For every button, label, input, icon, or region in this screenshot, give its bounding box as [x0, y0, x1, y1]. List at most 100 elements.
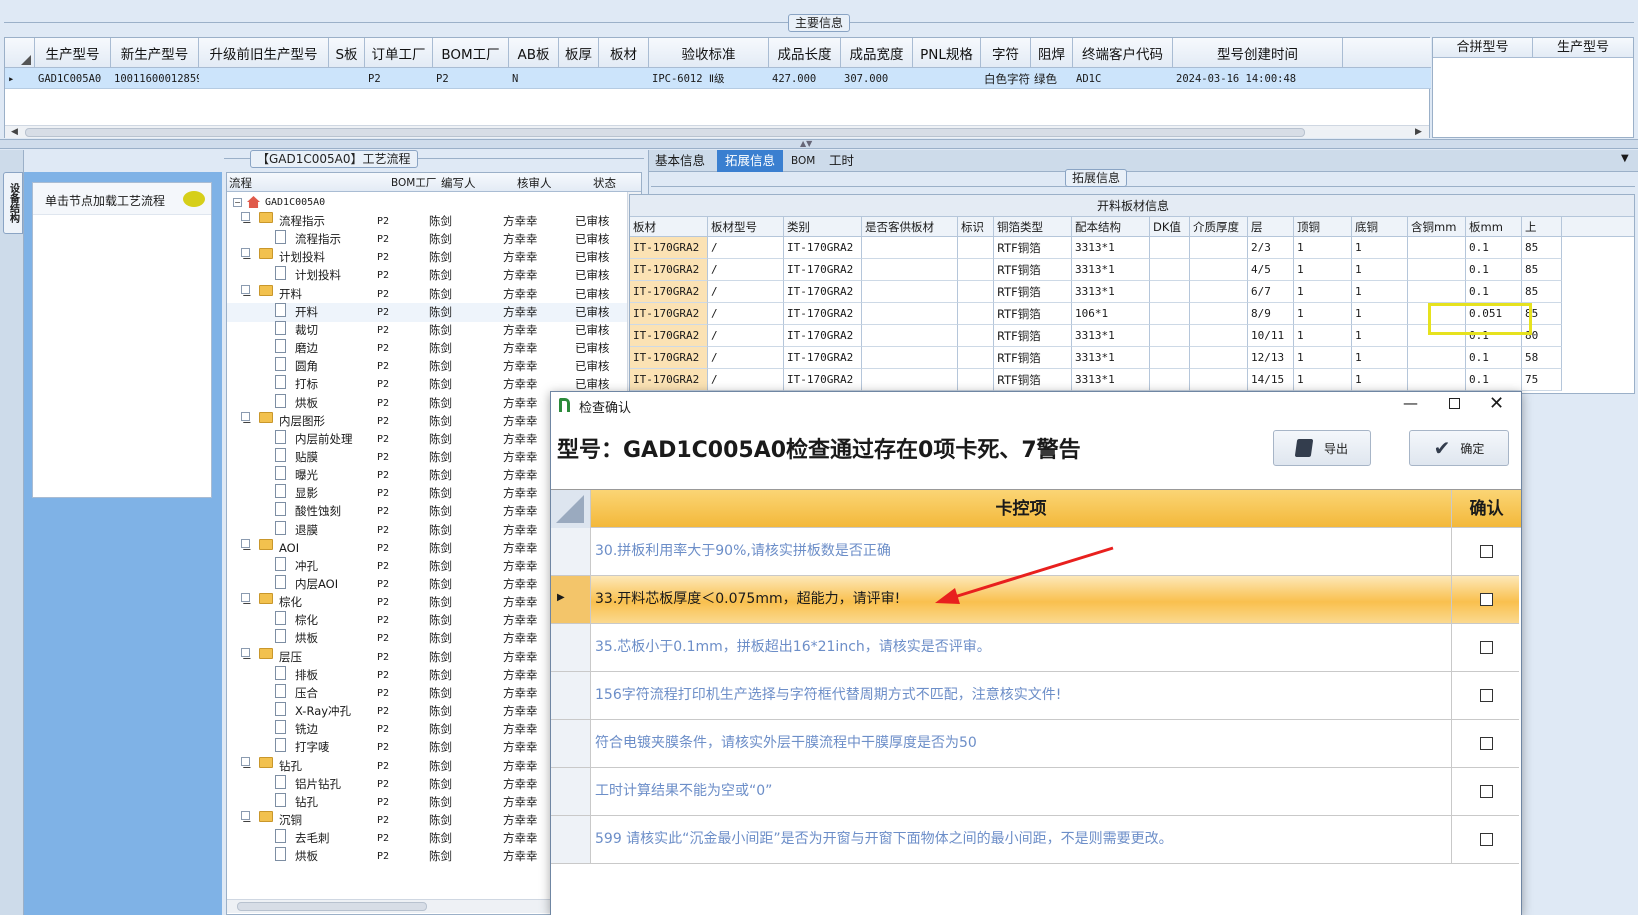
collapse-icon[interactable]: − [241, 284, 252, 302]
main-cell-16: 2024-03-16 14:00:48 [1176, 72, 1297, 85]
tab-dropdown-icon[interactable]: ▼ [1621, 153, 1629, 164]
ext-divider [651, 186, 1635, 187]
main-col-1[interactable]: 新生产型号 [111, 38, 199, 68]
row-header[interactable] [551, 672, 591, 719]
collapse-icon[interactable]: − [241, 647, 252, 665]
process-row[interactable]: 磨边 P2 陈剑 方幸幸 已审核 [227, 339, 627, 358]
export-button[interactable]: 导出 [1273, 430, 1371, 466]
main-col-3[interactable]: S板 [329, 38, 365, 68]
collapse-icon[interactable]: − [233, 198, 242, 207]
splitter-grip-icon[interactable]: ▲▼ [800, 139, 812, 148]
row-header[interactable] [551, 624, 591, 671]
main-info-row[interactable]: ▸ GAD1C005A0 10011600012859 P2 P2 N IPC-6012 Ⅱ… [5, 68, 1431, 89]
main-col-6[interactable]: AB板 [509, 38, 559, 68]
ext-col-9[interactable]: 层 [1248, 217, 1294, 237]
main-col-2[interactable]: 升级前旧生产型号 [199, 38, 329, 68]
ext-row[interactable]: IT-170GRA2/IT-170GRA2 RTF铜箔 3313*1 14/15 1 1 0… [630, 369, 1634, 391]
minimize-icon[interactable]: — [1403, 394, 1418, 412]
process-step-name: 冲孔 [295, 558, 318, 573]
ext-col-0[interactable]: 板材 [630, 217, 708, 237]
scrollbar-thumb[interactable] [25, 128, 1305, 137]
main-col-14[interactable]: 阻焊 [1031, 38, 1073, 68]
main-col-5[interactable]: BOM工厂 [433, 38, 509, 68]
ext-col-5[interactable]: 铜箔类型 [994, 217, 1072, 237]
collapse-icon[interactable]: − [241, 538, 252, 556]
collapse-icon[interactable]: − [241, 248, 252, 265]
collapse-icon[interactable]: − [241, 411, 252, 429]
equipment-structure-tab[interactable]: 设备结构 [3, 172, 23, 234]
check-item-row[interactable]: 工时计算结果不能为空或“0” [551, 768, 1519, 816]
check-item-row[interactable]: 156字符流程打印机生产选择与字符框代替周期方式不匹配，注意核实文件! [551, 672, 1519, 720]
ext-col-3[interactable]: 是否客供板材 [862, 217, 958, 237]
ext-row[interactable]: IT-170GRA2/IT-170GRA2 RTF铜箔 3313*1 2/3 1 1 0.1… [630, 237, 1634, 259]
process-root-row[interactable]: − GAD1C005A0 [227, 193, 627, 212]
main-col-8[interactable]: 板材 [599, 38, 649, 68]
process-row[interactable]: − 流程指示 P2 陈剑 方幸幸 已审核 [227, 212, 627, 231]
ext-col-12[interactable]: 含铜mm [1408, 217, 1466, 237]
ext-col-1[interactable]: 板材型号 [708, 217, 784, 237]
process-row[interactable]: − 计划投料 P2 陈剑 方幸幸 已审核 [227, 248, 627, 267]
process-row[interactable]: − 开料 P2 陈剑 方幸幸 已审核 [227, 284, 627, 304]
main-col-10[interactable]: 成品长度 [769, 38, 841, 68]
main-col-12[interactable]: PNL规格 [913, 38, 981, 68]
close-icon[interactable]: ✕ [1489, 393, 1504, 414]
main-col-13[interactable]: 字符 [981, 38, 1031, 68]
check-item-row[interactable]: 符合电镀夹膜条件，请核实外层干膜流程中干膜厚度是否为50 [551, 720, 1519, 768]
main-col-11[interactable]: 成品宽度 [841, 38, 913, 68]
main-col-16[interactable]: 型号创建时间 [1173, 38, 1343, 68]
main-col-9[interactable]: 验收标准 [649, 38, 769, 68]
tab-extended-info[interactable]: 拓展信息 [717, 150, 783, 172]
check-item-row[interactable]: 35.芯板小于0.1mm，拼板超出16*21inch，请核实是否评审。 [551, 624, 1519, 672]
ext-col-4[interactable]: 标识 [958, 217, 994, 237]
collapse-icon[interactable]: − [241, 810, 252, 828]
process-row[interactable]: 开料 P2 陈剑 方幸幸 已审核 [227, 302, 627, 322]
ext-col-7[interactable]: DK值 [1150, 217, 1190, 237]
row-header[interactable] [551, 720, 591, 767]
maximize-icon[interactable] [1449, 398, 1460, 409]
ext-col-14[interactable]: 上 [1522, 217, 1562, 237]
ext-row[interactable]: IT-170GRA2/IT-170GRA2 RTF铜箔 3313*1 4/5 1 1 0.1… [630, 259, 1634, 281]
tab-basic-info[interactable]: 基本信息 [655, 152, 705, 170]
check-item-row[interactable]: 599 请核实此“沉金最小间距”是否为开窗与开窗下面物体之间的最小间距，不是则需… [551, 816, 1519, 864]
row-header[interactable] [551, 768, 591, 815]
ext-col-10[interactable]: 顶铜 [1294, 217, 1352, 237]
tab-bom[interactable]: BOM [791, 152, 815, 170]
main-col-7[interactable]: 板厚 [559, 38, 599, 68]
row-header[interactable] [551, 528, 591, 575]
splitter[interactable]: ▲▼ [0, 139, 1638, 149]
tab-work-hours[interactable]: 工时 [829, 152, 854, 170]
ext-row[interactable]: IT-170GRA2/IT-170GRA2 RTF铜箔 3313*1 12/13 1 1 0… [630, 347, 1634, 369]
main-col-4[interactable]: 订单工厂 [365, 38, 433, 68]
scroll-left-icon[interactable]: ◀ [11, 127, 18, 137]
collapse-icon[interactable]: − [241, 212, 252, 229]
scroll-right-icon[interactable]: ▶ [1415, 127, 1422, 137]
ext-col-13[interactable]: 板mm [1466, 217, 1522, 237]
confirm-checkbox[interactable] [1480, 593, 1493, 606]
main-col-0[interactable]: 生产型号 [35, 38, 111, 68]
horizontal-scrollbar[interactable]: ◀ ▶ [5, 125, 1429, 138]
process-row[interactable]: 流程指示 P2 陈剑 方幸幸 已审核 [227, 230, 627, 249]
main-col-15[interactable]: 终端客户代码 [1073, 38, 1173, 68]
process-row[interactable]: 圆角 P2 陈剑 方幸幸 已审核 [227, 357, 627, 376]
row-header[interactable]: ▶ [551, 576, 591, 623]
process-row[interactable]: 裁切 P2 陈剑 方幸幸 已审核 [227, 320, 627, 340]
confirm-checkbox[interactable] [1480, 737, 1493, 750]
select-all-corner[interactable] [551, 490, 591, 528]
process-hscroll-thumb[interactable] [237, 902, 427, 911]
ext-col-8[interactable]: 介质厚度 [1190, 217, 1248, 237]
ext-col-2[interactable]: 类别 [784, 217, 862, 237]
row-header[interactable] [551, 816, 591, 863]
confirm-checkbox[interactable] [1480, 833, 1493, 846]
confirm-checkbox[interactable] [1480, 545, 1493, 558]
ext-col-6[interactable]: 配本结构 [1072, 217, 1150, 237]
collapse-icon[interactable]: − [241, 593, 252, 610]
collapse-icon[interactable]: − [241, 756, 252, 774]
ext-row[interactable]: IT-170GRA2/IT-170GRA2 RTF铜箔 3313*1 6/7 1 1 0.1… [630, 281, 1634, 303]
confirm-checkbox[interactable] [1480, 641, 1493, 654]
confirm-checkbox[interactable] [1480, 689, 1493, 702]
confirm-button[interactable]: ✔ 确定 [1409, 430, 1509, 466]
process-row[interactable]: 计划投料 P2 陈剑 方幸幸 已审核 [227, 266, 627, 285]
confirm-checkbox[interactable] [1480, 785, 1493, 798]
ext-col-11[interactable]: 底铜 [1352, 217, 1408, 237]
node-hint-bar[interactable]: 单击节点加载工艺流程 [33, 183, 211, 215]
